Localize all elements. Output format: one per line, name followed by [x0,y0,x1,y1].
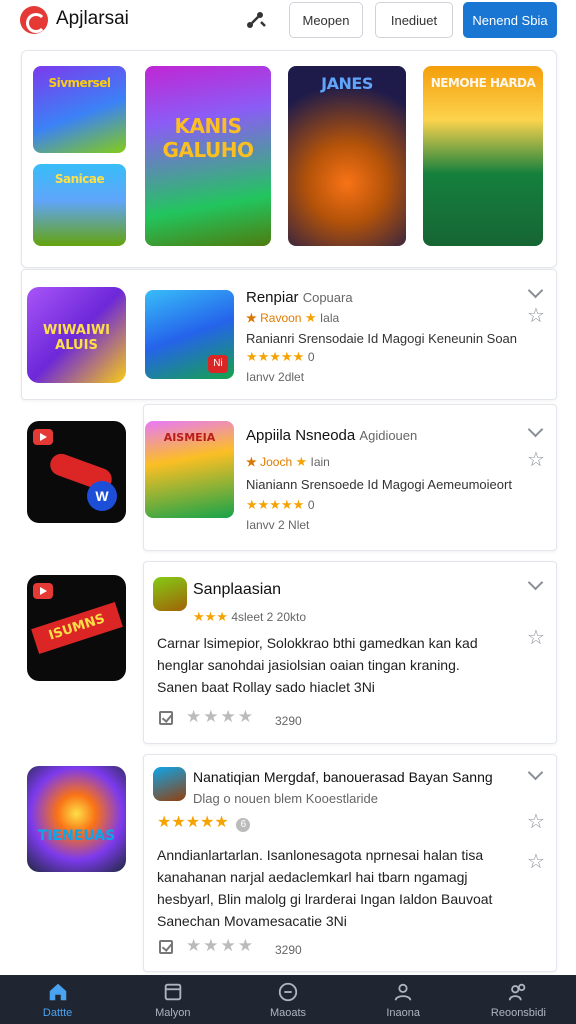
home-icon [49,983,66,1001]
app-subtitle: Agidiouen [359,428,418,443]
favorite-star-icon[interactable]: ☆ [527,306,545,326]
checkbox-icon[interactable] [159,940,173,954]
star-rating: ★★★★★ 0 [246,497,315,512]
people-icon [509,983,526,1001]
review-count: 3290 [275,714,302,728]
app-thumbnail[interactable]: ISUMNS [27,575,126,681]
featured-tile[interactable]: NEMOHE HARDA [423,66,543,246]
app-description: Ranianri Srensodaie Id Magogi Keneunin S… [246,331,518,346]
nav-item-home[interactable]: Dattte [0,975,115,1024]
play-badge-icon [33,583,53,599]
review-title: Sanplaasian [193,581,282,598]
featured-carousel: Sivmersel Sanicae KANIS GALUHO JANES NEM… [21,50,557,268]
favorite-star-icon[interactable]: ☆ [527,812,545,832]
app-icon[interactable]: AISMEIA [145,421,234,518]
nav-item-library[interactable]: Malyon [115,975,230,1024]
app-description: Nianiann Srensoede Id Magogi Aemeumoieor… [246,477,512,492]
user-rating-stars[interactable]: ★★★★ [186,707,255,727]
nav-item-profile[interactable]: Inaona [346,975,461,1024]
play-badge-icon [33,429,53,445]
app-subtitle: Copuara [302,290,353,305]
rating-row: ★★★ 4sleet 2 20kto [193,609,307,624]
app-title: Apjlarsai [56,8,129,29]
medium-button[interactable]: Inediuet [375,2,453,38]
featured-tile[interactable]: JANES [288,66,406,246]
star-rating: ★★★★★ 0 [246,349,315,364]
bottom-navigation: Dattte Malyon Maoats Inaona Reoonsbidi [0,975,576,1024]
share-icon[interactable] [244,8,268,32]
review-count: 3290 [275,943,302,957]
rating-row: ★ Jooch ★ Iain [246,454,330,469]
reviewer-avatar [153,767,186,801]
checkbox-icon[interactable] [159,711,173,725]
app-thumbnail[interactable]: WIWAIWI ALUIS [27,287,126,383]
app-root: Apjlarsai Meopen Inediuet Nenend Sbia Si… [0,0,576,1024]
nav-item-people[interactable]: Reoonsbidi [461,975,576,1024]
app-thumbnail[interactable]: W [27,421,126,523]
featured-tile[interactable]: KANIS GALUHO [145,66,271,246]
app-title: Renpiar [246,289,299,306]
review-subtitle: Dlag o nouen blem Kooestlaride [193,791,379,806]
favorite-star-icon[interactable]: ☆ [527,450,545,470]
clock-icon [278,982,298,1002]
rating-row: ★★★★★ 6 [157,812,251,832]
top-bar: Apjlarsai Meopen Inediuet Nenend Sbia [0,0,576,44]
profile-icon [394,983,412,1001]
featured-tile[interactable]: Sanicae [33,164,126,246]
reviewer-avatar [153,577,187,611]
featured-tile[interactable]: Sivmersel [33,66,126,153]
review-body: Anndianlartarlan. Isanlonesagota nprnesa… [157,847,493,929]
rating-row: ★ Ravoon ★ Iala [246,310,340,325]
nav-item-clock[interactable]: Maoats [230,975,345,1024]
app-title: Appiila Nsneoda [246,427,356,444]
user-rating-stars[interactable]: ★★★★ [186,936,255,956]
app-meta: Ianvv 2dlet [246,370,305,384]
review-body: Carnar lsimepior, Solokkrao bthi gamedka… [157,635,478,695]
library-icon [164,983,182,1001]
app-logo-icon[interactable] [20,6,48,34]
favorite-star-icon[interactable]: ☆ [527,628,545,648]
review-title: Nanatiqian Mergdaf, banouerasad Bayan Sa… [193,769,493,785]
favorite-star-icon[interactable]: ☆ [527,852,545,872]
app-icon[interactable]: Ni [145,290,234,379]
open-button[interactable]: Meopen [289,2,363,38]
app-meta: Ianvv 2 Nlet [246,518,310,532]
app-thumbnail[interactable]: TIENEUAS [27,766,126,872]
primary-action-button[interactable]: Nenend Sbia [463,2,557,38]
